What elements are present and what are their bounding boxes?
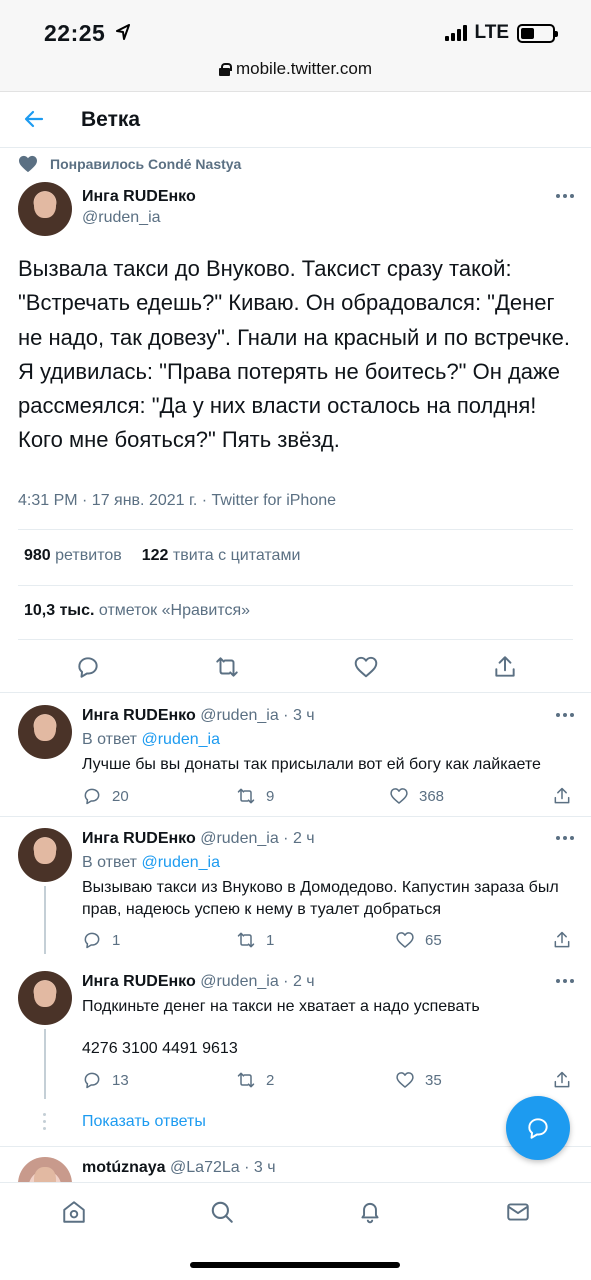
- reply-header[interactable]: motúznaya @La72La · 3 ч: [82, 1159, 276, 1177]
- like-button[interactable]: 35: [395, 1070, 442, 1090]
- lock-icon: [218, 62, 232, 76]
- reply-icon: [84, 788, 100, 805]
- reply-text: Вызываю такси из Внуково в Домодедово. К…: [82, 879, 559, 918]
- thread-dots: [43, 1113, 46, 1130]
- page-title: Ветка: [81, 108, 141, 131]
- network-type: LTE: [474, 22, 509, 43]
- messages-envelope-icon[interactable]: [505, 1199, 531, 1225]
- divider: [0, 1146, 591, 1147]
- social-context[interactable]: Понравилось Condé Nastya: [18, 155, 241, 173]
- message-bubble-icon: [528, 1118, 548, 1139]
- browser-chrome: 22:25 LTE mobile.twitter.com: [0, 0, 591, 92]
- tweet-stats: 980 ретвитов 122 твита с цитатами: [24, 547, 300, 565]
- more-options-icon[interactable]: [556, 713, 574, 719]
- share-button[interactable]: [552, 786, 572, 806]
- like-button[interactable]: 65: [395, 930, 442, 950]
- location-arrow-icon: [116, 24, 130, 40]
- more-options-icon[interactable]: [556, 979, 574, 985]
- share-button[interactable]: [552, 930, 572, 950]
- tweet-text: Вызвала такси до Внуково. Таксист сразу …: [18, 256, 570, 453]
- search-icon[interactable]: [209, 1199, 235, 1225]
- show-replies-link[interactable]: Показать ответы: [82, 1113, 206, 1131]
- more-options-icon[interactable]: [556, 836, 574, 842]
- notifications-bell-icon[interactable]: [357, 1199, 383, 1225]
- like-button[interactable]: 368: [389, 786, 444, 806]
- avatar[interactable]: [18, 705, 72, 759]
- likes-stat[interactable]: 10,3 тыс. отметок «Нравится»: [24, 602, 250, 620]
- back-arrow-icon[interactable]: [22, 107, 46, 131]
- tweet-timestamp[interactable]: 4:31 PM · 17 янв. 2021 г. · Twitter for …: [18, 492, 336, 510]
- thread-connector: [44, 886, 46, 954]
- reply-header[interactable]: Инга RUDEнко @ruden_ia · 2 ч: [82, 830, 315, 848]
- reply-to-line: В ответ @ruden_ia: [82, 854, 220, 871]
- reply-header[interactable]: Инга RUDEнко @ruden_ia · 3 ч: [82, 707, 315, 725]
- reply-text: Лучше бы вы донаты так присылали вот ей …: [82, 756, 541, 773]
- status-icons: LTE: [444, 22, 558, 44]
- divider: [18, 529, 573, 530]
- reply-to-line: В ответ @ruden_ia: [82, 731, 220, 748]
- reply-button[interactable]: 20: [82, 786, 129, 806]
- reply-to-link[interactable]: @ruden_ia: [141, 731, 220, 748]
- like-icon: [396, 1072, 414, 1088]
- tweet-actions: [0, 654, 591, 684]
- divider: [0, 692, 591, 693]
- retweet-icon: [237, 1072, 255, 1088]
- more-options-icon[interactable]: [556, 194, 574, 200]
- share-icon: [554, 1071, 570, 1088]
- reply-text-card-number: 4276 3100 4491 9613: [82, 1040, 238, 1057]
- author-name[interactable]: Инга RUDEнко: [82, 188, 196, 206]
- home-icon[interactable]: [61, 1199, 87, 1225]
- reply-button[interactable]: 13: [82, 1070, 129, 1090]
- avatar[interactable]: [18, 828, 72, 882]
- reply-icon: [84, 932, 100, 949]
- address-bar[interactable]: mobile.twitter.com: [0, 59, 591, 79]
- liked-by-text: Понравилось Condé Nastya: [50, 156, 242, 172]
- reply-button[interactable]: 1: [82, 930, 120, 950]
- retweet-icon[interactable]: [214, 654, 240, 680]
- compose-message-button[interactable]: [506, 1096, 570, 1160]
- quotes-stat[interactable]: 122 твита с цитатами: [142, 547, 301, 565]
- retweets-stat[interactable]: 980 ретвитов: [24, 547, 122, 565]
- avatar[interactable]: [18, 971, 72, 1025]
- like-icon: [396, 932, 414, 948]
- divider: [18, 639, 573, 640]
- url-text: mobile.twitter.com: [235, 59, 373, 78]
- retweet-button[interactable]: 1: [236, 930, 274, 950]
- thread-connector: [44, 1029, 46, 1099]
- avatar[interactable]: [18, 182, 72, 236]
- reply-header[interactable]: Инга RUDEнко @ruden_ia · 2 ч: [82, 973, 315, 991]
- retweet-icon: [237, 788, 255, 804]
- divider: [0, 816, 591, 817]
- reply-icon[interactable]: [75, 654, 101, 680]
- share-icon: [554, 931, 570, 948]
- reply-text: Подкиньте денег на такси не хватает а на…: [82, 998, 480, 1015]
- heart-filled-icon: [19, 155, 37, 173]
- reply-to-link[interactable]: @ruden_ia: [141, 854, 220, 871]
- signal-icon: [444, 25, 467, 41]
- like-icon: [390, 788, 408, 804]
- divider: [18, 585, 573, 586]
- reply-icon: [84, 1072, 100, 1089]
- share-button[interactable]: [552, 1070, 572, 1090]
- retweet-icon: [237, 932, 255, 948]
- page-header: Ветка: [0, 92, 591, 148]
- like-icon[interactable]: [353, 654, 379, 680]
- home-indicator: [190, 1262, 400, 1268]
- share-icon[interactable]: [492, 654, 518, 680]
- retweet-button[interactable]: 9: [236, 786, 274, 806]
- author-handle[interactable]: @ruden_ia: [82, 209, 161, 227]
- retweet-button[interactable]: 2: [236, 1070, 274, 1090]
- status-time: 22:25: [44, 20, 106, 46]
- share-icon: [554, 787, 570, 804]
- battery-icon: [517, 23, 558, 43]
